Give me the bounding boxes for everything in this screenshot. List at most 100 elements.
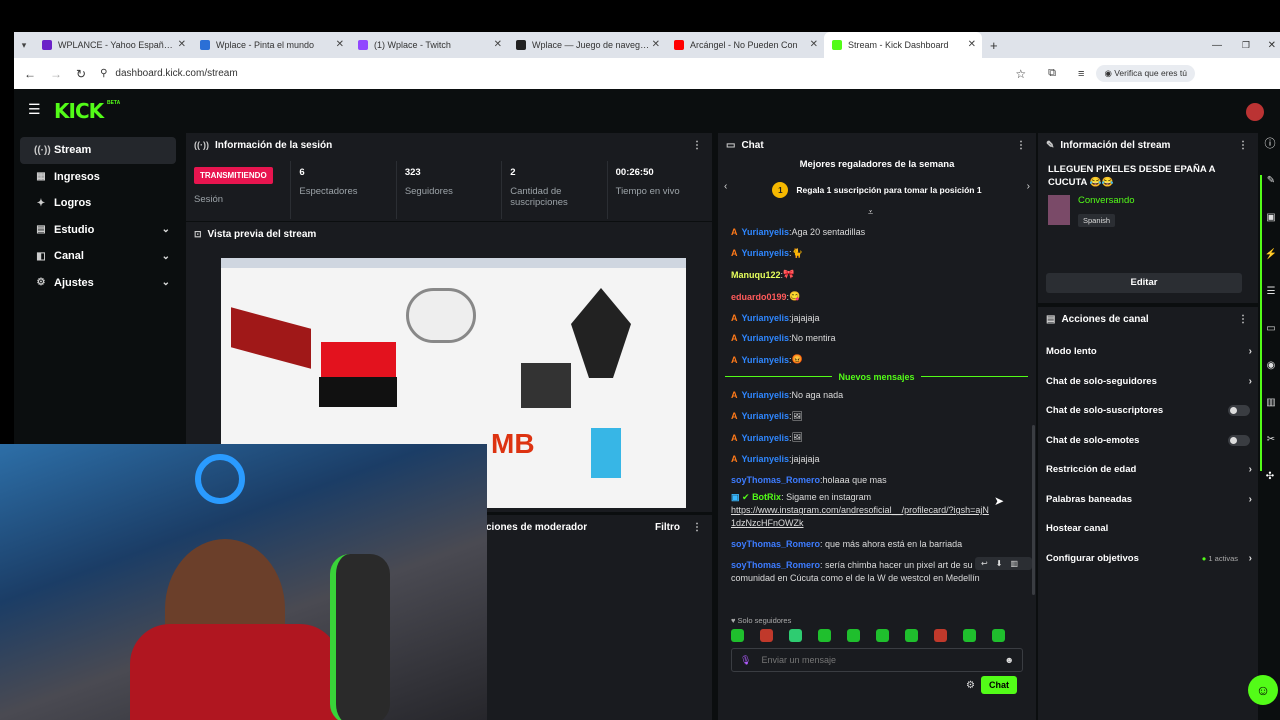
emote-icon[interactable] [934, 629, 947, 642]
apps-icon[interactable]: ✣ [1260, 471, 1280, 501]
tab-close-icon[interactable]: ✕ [968, 39, 976, 50]
chat-username[interactable]: eduardo0199 [731, 292, 787, 302]
broadcast-rail-icon[interactable]: ◉ [1260, 360, 1280, 397]
support-chat-button[interactable]: ☺ [1248, 675, 1278, 705]
pinned-toggle-icon[interactable]: ⩡ [868, 207, 873, 218]
emote-icon[interactable] [905, 629, 918, 642]
emote-icon[interactable] [789, 629, 802, 642]
emote-icon[interactable] [818, 629, 831, 642]
chat-message[interactable]: A Yurianyelis: No aga nada [731, 390, 1028, 400]
browser-tab[interactable]: Arcángel - No Pueden Con ✕ [666, 32, 824, 58]
sidebar-item-logros[interactable]: ✦ Logros [20, 190, 176, 217]
chat-message[interactable]: A Yurianyelis: jajajaja [731, 313, 1028, 323]
channel-action-item[interactable]: Restricción de edad › [1038, 455, 1258, 485]
chat-message[interactable]: A Yurianyelis: 🖼 [731, 432, 1028, 443]
prev-arrow-icon[interactable]: ‹ [724, 181, 727, 192]
emote-icon[interactable] [760, 629, 773, 642]
chevron-right-icon[interactable]: › [1249, 376, 1252, 387]
window-restore-icon[interactable]: ❐ [1242, 40, 1250, 51]
chevron-down-icon[interactable]: ⌄ [162, 251, 170, 262]
tab-close-icon[interactable]: ✕ [652, 39, 660, 50]
chat-message[interactable]: soyThomas_Romero: sería chimba hacer un … [731, 559, 1001, 585]
list-icon[interactable]: ☰ [1260, 286, 1280, 323]
chat-username[interactable]: Yurianyelis [742, 390, 790, 400]
edit-stream-icon[interactable]: ✎ [1260, 175, 1280, 212]
chat-message[interactable]: soyThomas_Romero: que más ahora está en … [731, 538, 1001, 551]
chat-username[interactable]: Yurianyelis [742, 454, 790, 464]
site-info-icon[interactable]: ⚲ [100, 68, 107, 79]
browser-tab[interactable]: Wplace - Pinta el mundo ✕ [192, 32, 350, 58]
channel-action-item[interactable]: Chat de solo-suscriptores [1038, 396, 1258, 426]
channel-action-item[interactable]: Modo lento › [1038, 337, 1258, 367]
chat-message[interactable]: Manuqu122: 🎀 [731, 269, 1028, 280]
chat-input[interactable] [761, 655, 982, 665]
chat-username[interactable]: Yurianyelis [742, 248, 790, 258]
chat-username[interactable]: Yurianyelis [742, 333, 790, 343]
hamburger-menu-icon[interactable]: ☰ [28, 101, 41, 118]
chat-username[interactable]: soyThomas_Romero [731, 560, 820, 570]
chat-username[interactable]: Yurianyelis [742, 355, 790, 365]
browser-tab[interactable]: Wplace — Juego de navegado ✕ [508, 32, 666, 58]
server-icon[interactable]: ▥ [1260, 397, 1280, 434]
tab-close-icon[interactable]: ✕ [494, 39, 502, 50]
sidebar-item-stream[interactable]: ((·)) Stream [20, 137, 176, 164]
chevron-right-icon[interactable]: › [1249, 346, 1252, 357]
session-more-icon[interactable]: ⋮ [692, 140, 702, 151]
next-arrow-icon[interactable]: › [1027, 181, 1030, 192]
chat-message[interactable]: A Yurianyelis: 🖼 [731, 411, 1028, 422]
tab-close-icon[interactable]: ✕ [810, 39, 818, 50]
bookmark-star-icon[interactable]: ☆ [1015, 67, 1026, 81]
back-icon[interactable]: ← [24, 67, 36, 81]
emote-icon[interactable] [876, 629, 889, 642]
sidebar-item-ajustes[interactable]: ⚙ Ajustes ⌄ [20, 270, 176, 297]
chat-link[interactable]: https://www.instagram.com/andresoficial_… [731, 504, 991, 530]
category-name[interactable]: Conversando [1078, 195, 1135, 206]
chat-message[interactable]: A Yurianyelis: 😡 [731, 354, 1028, 365]
chat-message[interactable]: A Yurianyelis: No mentira [731, 333, 1028, 343]
mic-icon[interactable]: 🎙 [740, 655, 751, 666]
emoji-picker-icon[interactable]: ☻ [1005, 655, 1014, 665]
sidebar-item-ingresos[interactable]: ▦ Ingresos [20, 164, 176, 191]
chat-settings-icon[interactable]: ⚙ [966, 680, 975, 691]
window-close-icon[interactable]: ✕ [1268, 40, 1276, 51]
chevron-right-icon[interactable]: › [1249, 464, 1252, 475]
chat-message[interactable]: A Yurianyelis: 🐈 [731, 248, 1028, 259]
emote-icon[interactable] [992, 629, 1005, 642]
bolt-icon[interactable]: ⚡ [1260, 249, 1280, 286]
chat-username[interactable]: soyThomas_Romero [731, 475, 820, 485]
chat-username[interactable]: Yurianyelis [742, 227, 790, 237]
profile-chip[interactable]: ◉ Verifica que eres tú [1096, 65, 1195, 82]
chevron-down-icon[interactable]: ⌄ [162, 224, 170, 235]
channel-action-item[interactable]: Configurar objetivos ● 1 activas › [1038, 544, 1258, 574]
chevron-right-icon[interactable]: › [1249, 553, 1252, 564]
channel-actions-more-icon[interactable]: ⋮ [1238, 314, 1248, 325]
chat-message[interactable]: A Yurianyelis: Aga 20 sentadillas [731, 227, 1028, 237]
channel-action-item[interactable]: Palabras baneadas › [1038, 485, 1258, 515]
reload-icon[interactable]: ↻ [76, 67, 86, 81]
chevron-right-icon[interactable]: › [1249, 494, 1252, 505]
emote-icon[interactable] [847, 629, 860, 642]
chat-message[interactable]: eduardo0199: 😋 [731, 291, 1028, 302]
user-avatar[interactable] [1246, 103, 1264, 121]
toggle-switch[interactable] [1228, 405, 1250, 417]
chevron-down-icon[interactable]: ⌄ [162, 277, 170, 288]
reply-icon[interactable]: ↩ [981, 559, 996, 568]
tab-search-icon[interactable]: ▾ [14, 40, 34, 51]
url-field[interactable]: dashboard.kick.com/stream [115, 68, 1015, 79]
sidebar-item-estudio[interactable]: ▤ Estudio ⌄ [20, 217, 176, 244]
channel-action-item[interactable]: Chat de solo-emotes [1038, 426, 1258, 456]
info-icon[interactable]: ⓘ [1260, 135, 1280, 175]
browser-tab[interactable]: WPLANCE - Yahoo España Res ✕ [34, 32, 192, 58]
pin-icon[interactable]: ⬇ [996, 559, 1011, 568]
forward-icon[interactable]: → [50, 67, 62, 81]
emote-icon[interactable] [731, 629, 744, 642]
comment-icon[interactable]: ▭ [1260, 323, 1280, 360]
chat-username[interactable]: Manuqu122 [731, 270, 781, 280]
edit-button[interactable]: Editar [1046, 273, 1242, 293]
browser-tab[interactable]: Stream - Kick Dashboard ✕ [824, 32, 982, 58]
chat-more-icon[interactable]: ⋮ [1016, 140, 1026, 151]
screen-icon[interactable]: ▣ [1260, 212, 1280, 249]
emote-icon[interactable] [963, 629, 976, 642]
chat-username[interactable]: soyThomas_Romero [731, 539, 820, 549]
stream-info-more-icon[interactable]: ⋮ [1238, 140, 1248, 151]
